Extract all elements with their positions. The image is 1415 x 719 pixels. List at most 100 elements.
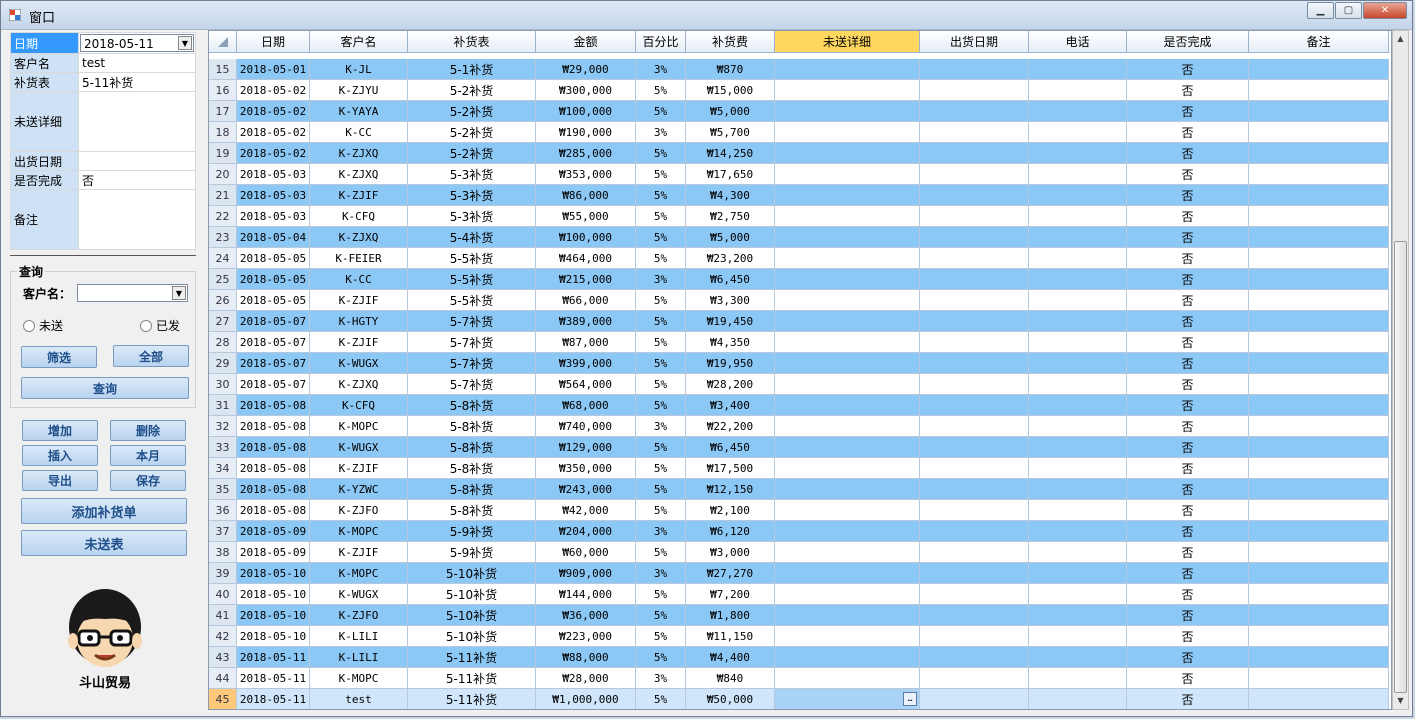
- cell-fee[interactable]: ₩3,400: [686, 395, 775, 416]
- cell-amount[interactable]: ₩243,000: [536, 479, 636, 500]
- cell-ship-date[interactable]: [920, 479, 1029, 500]
- cell-unsent-detail[interactable]: [775, 437, 920, 458]
- cell-unsent-detail[interactable]: [775, 542, 920, 563]
- cell-customer[interactable]: K-ZJXQ: [310, 164, 408, 185]
- form-field-done[interactable]: 否: [78, 170, 196, 190]
- cell-phone[interactable]: [1029, 416, 1127, 437]
- cell-unsent-detail[interactable]: [775, 248, 920, 269]
- cell-amount[interactable]: ₩60,000: [536, 542, 636, 563]
- row-number[interactable]: 22: [209, 206, 237, 227]
- cell-percent[interactable]: 5%: [636, 332, 686, 353]
- cell-unsent-detail[interactable]: [775, 416, 920, 437]
- cell-customer[interactable]: K-YZWC: [310, 479, 408, 500]
- table-row[interactable]: 19 2018-05-02 K-ZJXQ 5-2补货 ₩285,000 5% ₩14,250…: [209, 143, 1389, 164]
- cell-notes[interactable]: [1249, 479, 1389, 500]
- cell-fee[interactable]: ₩840: [686, 668, 775, 689]
- cell-date[interactable]: 2018-05-02: [237, 122, 310, 143]
- table-row[interactable]: 34 2018-05-08 K-ZJIF 5-8补货 ₩350,000 5% ₩17,500…: [209, 458, 1389, 479]
- column-header-unsent-detail[interactable]: 未送详细: [775, 31, 920, 53]
- cell-percent[interactable]: 3%: [636, 59, 686, 80]
- ellipsis-icon[interactable]: …: [903, 692, 917, 706]
- row-number[interactable]: 31: [209, 395, 237, 416]
- cell-done[interactable]: 否: [1127, 164, 1249, 185]
- minimize-button[interactable]: ▁: [1307, 2, 1334, 19]
- cell-fee[interactable]: ₩12,150: [686, 479, 775, 500]
- table-row[interactable]: 44 2018-05-11 K-MOPC 5-11补货 ₩28,000 3% ₩840 否: [209, 668, 1389, 689]
- cell-fee[interactable]: ₩5,700: [686, 122, 775, 143]
- cell-phone[interactable]: [1029, 626, 1127, 647]
- cell-done[interactable]: 否: [1127, 689, 1249, 709]
- cell-ship-date[interactable]: [920, 395, 1029, 416]
- cell-notes[interactable]: [1249, 143, 1389, 164]
- radio-sent[interactable]: 已发: [140, 317, 180, 334]
- cell-unsent-detail[interactable]: [775, 80, 920, 101]
- cell-notes[interactable]: [1249, 416, 1389, 437]
- column-header-amount[interactable]: 金额: [536, 31, 636, 53]
- cell-notes[interactable]: [1249, 353, 1389, 374]
- cell-fee[interactable]: ₩4,300: [686, 185, 775, 206]
- cell-amount[interactable]: ₩129,000: [536, 437, 636, 458]
- cell-date[interactable]: 2018-05-07: [237, 332, 310, 353]
- cell-customer[interactable]: K-CFQ: [310, 395, 408, 416]
- cell-notes[interactable]: [1249, 458, 1389, 479]
- cell-date[interactable]: 2018-05-10: [237, 605, 310, 626]
- cell-fee[interactable]: ₩17,500: [686, 458, 775, 479]
- cell-date[interactable]: 2018-05-08: [237, 416, 310, 437]
- cell-fee[interactable]: ₩23,200: [686, 248, 775, 269]
- column-header-fee[interactable]: 补货费: [686, 31, 775, 53]
- row-number[interactable]: 15: [209, 59, 237, 80]
- cell-phone[interactable]: [1029, 248, 1127, 269]
- form-field-unsent-detail[interactable]: [78, 91, 196, 152]
- cell-customer[interactable]: K-WUGX: [310, 584, 408, 605]
- form-field-customer[interactable]: test: [78, 53, 196, 73]
- cell-fee[interactable]: ₩19,950: [686, 353, 775, 374]
- row-number[interactable]: 38: [209, 542, 237, 563]
- cell-notes[interactable]: [1249, 374, 1389, 395]
- cell-notes[interactable]: [1249, 122, 1389, 143]
- cell-done[interactable]: 否: [1127, 374, 1249, 395]
- cell-date[interactable]: 2018-05-02: [237, 143, 310, 164]
- add-order-button[interactable]: 添加补货单: [21, 498, 187, 524]
- cell-unsent-detail[interactable]: [775, 584, 920, 605]
- row-number[interactable]: 34: [209, 458, 237, 479]
- cell-amount[interactable]: ₩68,000: [536, 395, 636, 416]
- cell-ship-date[interactable]: [920, 332, 1029, 353]
- save-button[interactable]: 保存: [110, 470, 186, 491]
- cell-amount[interactable]: ₩300,000: [536, 80, 636, 101]
- unsent-table-button[interactable]: 未送表: [21, 530, 187, 556]
- cell-done[interactable]: 否: [1127, 437, 1249, 458]
- close-button[interactable]: ✕: [1363, 2, 1407, 19]
- cell-amount[interactable]: ₩215,000: [536, 269, 636, 290]
- cell-customer[interactable]: K-ZJFO: [310, 500, 408, 521]
- cell-notes[interactable]: [1249, 563, 1389, 584]
- cell-done[interactable]: 否: [1127, 605, 1249, 626]
- table-row[interactable]: 39 2018-05-10 K-MOPC 5-10补货 ₩909,000 3% ₩27,27…: [209, 563, 1389, 584]
- cell-unsent-detail[interactable]: [775, 332, 920, 353]
- cell-ship-date[interactable]: [920, 269, 1029, 290]
- cell-date[interactable]: 2018-05-08: [237, 479, 310, 500]
- row-number[interactable]: 44: [209, 668, 237, 689]
- cell-date[interactable]: 2018-05-09: [237, 521, 310, 542]
- cell-done[interactable]: 否: [1127, 206, 1249, 227]
- cell-date[interactable]: 2018-05-02: [237, 101, 310, 122]
- cell-ship-date[interactable]: [920, 521, 1029, 542]
- row-number[interactable]: 42: [209, 626, 237, 647]
- form-field-ship-date[interactable]: [78, 151, 196, 171]
- cell-ship-date[interactable]: [920, 185, 1029, 206]
- cell-percent[interactable]: 5%: [636, 227, 686, 248]
- cell-ship-date[interactable]: [920, 143, 1029, 164]
- cell-phone[interactable]: [1029, 206, 1127, 227]
- cell-date[interactable]: 2018-05-10: [237, 563, 310, 584]
- cell-ship-date[interactable]: [920, 164, 1029, 185]
- cell-percent[interactable]: 5%: [636, 437, 686, 458]
- form-field-notes[interactable]: [78, 189, 196, 250]
- cell-amount[interactable]: ₩285,000: [536, 143, 636, 164]
- cell-percent[interactable]: 5%: [636, 80, 686, 101]
- cell-customer[interactable]: K-ZJFO: [310, 605, 408, 626]
- cell-phone[interactable]: [1029, 458, 1127, 479]
- cell-phone[interactable]: [1029, 605, 1127, 626]
- cell-date[interactable]: 2018-05-03: [237, 206, 310, 227]
- cell-date[interactable]: 2018-05-02: [237, 80, 310, 101]
- cell-table[interactable]: 5-5补货: [408, 269, 536, 290]
- column-header-notes[interactable]: 备注: [1249, 31, 1389, 53]
